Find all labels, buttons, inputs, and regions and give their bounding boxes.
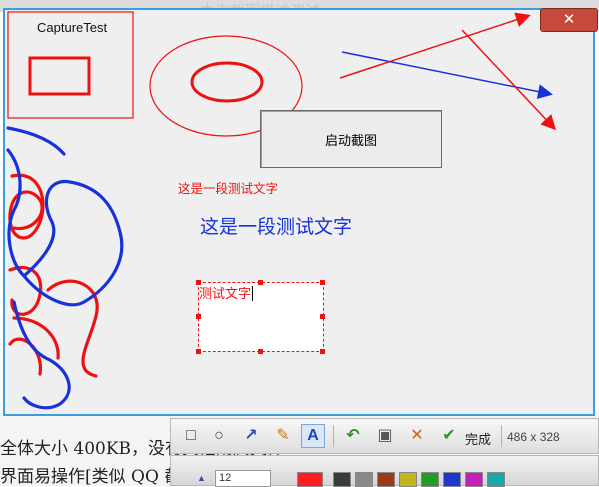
font-size-select[interactable]: 12 — [215, 470, 271, 487]
annotation-drawing-layer — [6, 11, 557, 410]
red-sample-text: 这是一段测试文字 — [178, 181, 279, 196]
capture-size-readout: 486 x 328 — [507, 430, 560, 444]
cancel-icon[interactable]: ✕ — [405, 424, 429, 448]
resize-handle[interactable] — [320, 280, 325, 285]
checkmark-icon[interactable]: ✔ — [437, 424, 461, 448]
color-swatch-gray[interactable] — [355, 472, 373, 487]
color-palette-bar: ▲ 12 — [170, 455, 599, 487]
color-swatch-green[interactable] — [421, 472, 439, 487]
ellipse-icon[interactable]: ○ — [207, 424, 231, 448]
resize-handle[interactable] — [258, 280, 263, 285]
capture-toolbar: □ ○ ↗ ✎ A ↶ ▣ ✕ ✔ 完成 486 x 328 — [170, 418, 599, 454]
resize-handle[interactable] — [196, 280, 201, 285]
color-swatch-blue[interactable] — [443, 472, 461, 487]
resize-handle[interactable] — [320, 349, 325, 354]
thick-ellipse-annotation — [190, 61, 264, 103]
resize-handle[interactable] — [258, 349, 263, 354]
text-icon[interactable]: A — [301, 424, 325, 448]
resize-handle[interactable] — [196, 349, 201, 354]
start-capture-button[interactable]: 启动截图 — [260, 110, 442, 168]
save-icon[interactable]: ▣ — [373, 424, 397, 448]
color-swatch-black[interactable] — [333, 472, 351, 487]
annotation-text-box[interactable]: 测试文字 — [198, 282, 324, 352]
color-swatch-red[interactable] — [297, 472, 323, 487]
rectangle-icon[interactable]: □ — [179, 424, 203, 448]
color-swatch-teal[interactable] — [487, 472, 505, 487]
thin-rectangle-annotation — [7, 11, 134, 119]
resize-handle[interactable] — [196, 314, 201, 319]
blue-sample-text: 这是一段测试文字 — [200, 216, 353, 238]
toolbar-separator — [333, 425, 334, 447]
blue-arrow-annotation — [341, 51, 553, 99]
text-box-content[interactable]: 测试文字 — [199, 283, 254, 302]
thick-rectangle-annotation — [28, 56, 91, 96]
brush-icon[interactable]: ✎ — [271, 424, 295, 448]
text-box-value: 测试文字 — [199, 287, 252, 302]
text-caret — [252, 286, 254, 301]
color-swatch-olive[interactable] — [399, 472, 417, 487]
arrow-icon[interactable]: ↗ — [239, 424, 263, 448]
red-arrow-annotation — [339, 12, 531, 79]
toolbar-separator — [501, 425, 502, 447]
undo-icon[interactable]: ↶ — [341, 424, 365, 448]
done-button-label[interactable]: 完成 — [465, 429, 491, 448]
font-size-up-icon[interactable]: ▲ — [197, 473, 206, 483]
resize-handle[interactable] — [320, 314, 325, 319]
color-swatch-brown[interactable] — [377, 472, 395, 487]
color-swatch-magenta[interactable] — [465, 472, 483, 487]
